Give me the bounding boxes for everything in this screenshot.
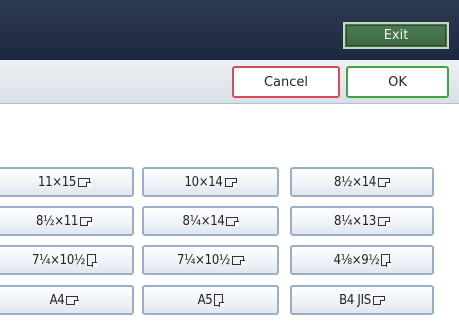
landscape-paper-icon [78,177,91,187]
paper-size-button[interactable]: A4 [0,285,134,315]
action-bar: Cancel OK [0,60,459,104]
portrait-paper-icon [381,254,391,267]
paper-size-button[interactable]: 8¼×13 [290,206,434,236]
paper-size-button[interactable]: 8½×14 [290,167,434,197]
paper-size-label: 10×14 [184,174,223,190]
paper-size-label: 7¼×10½ [32,252,85,268]
landscape-paper-icon [377,177,391,187]
paper-size-label: 4⅛×9½ [333,252,380,268]
landscape-paper-icon [377,216,391,226]
exit-label: Exit [383,28,409,43]
paper-size-button[interactable]: B4 JIS [290,285,434,315]
paper-size-button[interactable]: 7¼×10½ [0,245,134,275]
paper-size-label: 8¼×13 [334,213,376,229]
portrait-paper-icon [87,254,97,267]
portrait-paper-icon [214,294,224,307]
paper-size-label: 11×15 [37,174,77,190]
paper-size-label: 8¼×14 [182,213,225,229]
landscape-paper-icon [224,177,238,187]
paper-size-label: 8½×11 [36,213,78,229]
landscape-paper-icon [66,295,79,305]
paper-size-button[interactable]: 7¼×10½ [142,245,279,275]
paper-size-label: 8½×14 [334,174,376,190]
paper-size-button[interactable]: 8½×11 [0,206,134,236]
landscape-paper-icon [79,216,93,226]
paper-size-label: A5 [197,292,213,308]
paper-size-button[interactable]: 4⅛×9½ [290,245,434,275]
paper-size-button[interactable]: 11×15 [0,167,134,197]
paper-size-button[interactable]: 8¼×14 [142,206,279,236]
top-bar: Exit [0,0,459,60]
ok-button[interactable]: OK [346,66,449,98]
paper-size-label: A4 [49,292,65,308]
cancel-button[interactable]: Cancel [232,66,340,98]
landscape-paper-icon [372,295,386,305]
paper-size-label: 7¼×10½ [177,252,230,268]
landscape-paper-icon [232,255,245,265]
landscape-paper-icon [226,216,239,226]
exit-button[interactable]: Exit [343,22,449,49]
paper-size-button[interactable]: 10×14 [142,167,279,197]
paper-size-button[interactable]: A5 [142,285,279,315]
paper-size-label: B4 JIS [339,292,371,308]
